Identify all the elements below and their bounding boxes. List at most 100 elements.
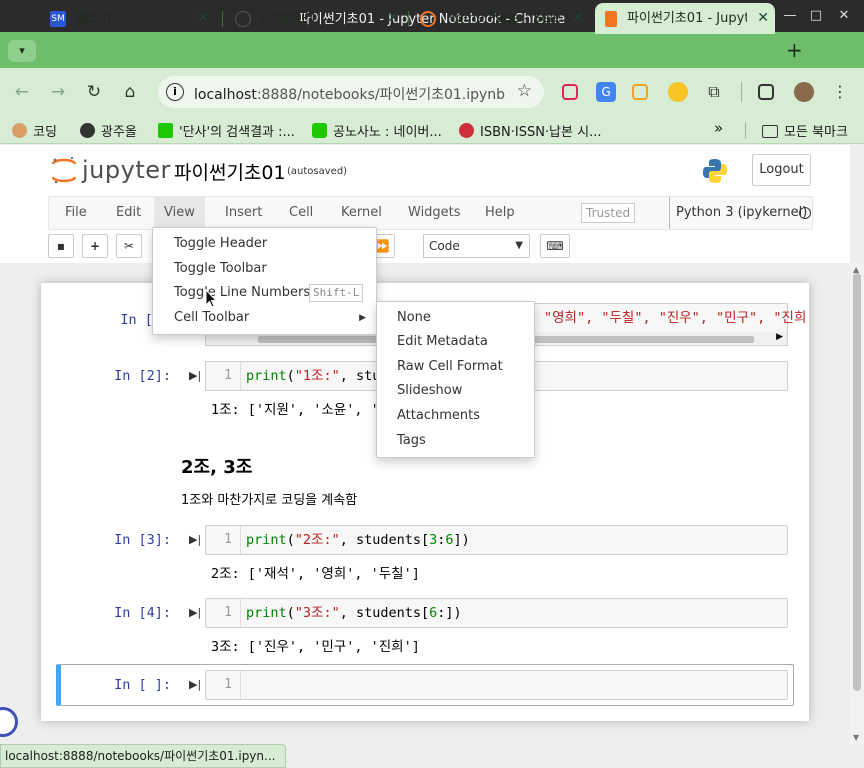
forward-icon[interactable]: → (48, 82, 68, 102)
kernel-name[interactable]: Python 3 (ipykernel) (669, 197, 807, 229)
cut-icon[interactable]: ✂ (116, 234, 142, 258)
bookmark-dansa[interactable]: '단사'의 검색결과 :... (158, 121, 295, 140)
close-tab-icon[interactable]: ✕ (757, 3, 769, 34)
extension-layout-icon[interactable] (632, 84, 648, 100)
extensions-puzzle-icon[interactable]: ⧉ (704, 82, 724, 102)
pocket-icon[interactable] (562, 84, 578, 100)
run-cell-icon[interactable]: ▶| (189, 606, 201, 619)
chevron-down-icon: ▼ (515, 240, 523, 251)
address-url[interactable]: localhost:8888/notebooks/파이썬기초01.ipynb (194, 84, 505, 104)
menu-help[interactable]: Help (475, 197, 525, 229)
bookmark-gwangju[interactable]: 광주올 (80, 121, 137, 140)
cell-prompt: In [1 (120, 312, 161, 328)
code-close: ]) (445, 605, 462, 621)
cell-prompt: In [2]: (114, 368, 171, 384)
trusted-indicator[interactable]: Trusted (581, 203, 636, 223)
bookmark-star-icon[interactable]: ☆ (517, 81, 532, 101)
code-cell-4[interactable]: 1 print("3조:", students[6:]) (205, 598, 788, 628)
url-path: :8888/notebooks/파이썬기초01.ipynb (256, 87, 506, 103)
site-info-icon[interactable]: i (166, 83, 184, 101)
code-close: ]) (453, 532, 470, 548)
submenu-item-raw-cell-format[interactable]: Raw Cell Format (377, 355, 534, 379)
keyboard-icon[interactable]: ⌨ (540, 234, 570, 258)
more-menu-icon[interactable]: ⋮ (830, 82, 850, 102)
tab-search-chevron-icon[interactable]: ▾ (8, 40, 36, 62)
floating-accessibility-icon[interactable] (0, 707, 18, 737)
run-cell-icon[interactable]: ▶| (189, 678, 201, 691)
code-string: "2조:" (294, 532, 340, 548)
close-tab-icon[interactable]: ✕ (387, 3, 399, 34)
translate-icon[interactable]: G (596, 82, 616, 102)
menu-item-toggle-header[interactable]: Toggle Header (153, 232, 376, 256)
all-bookmarks[interactable]: 모든 북마크 (762, 121, 848, 140)
menu-cell[interactable]: Cell (279, 197, 323, 229)
cell-type-select[interactable]: Code ▼ (423, 234, 530, 258)
submenu-item-attachments[interactable]: Attachments (377, 404, 534, 428)
cell-code: print("3조:", students[6:]) (246, 605, 462, 621)
tab-chatgpt[interactable]: ChatGPT ✕ (225, 3, 405, 34)
run-cell-icon[interactable]: ▶| (189, 369, 201, 382)
profile-avatar[interactable] (794, 82, 814, 102)
insert-cell-icon[interactable]: + (82, 234, 108, 258)
mouse-cursor-icon (205, 289, 217, 308)
menu-edit[interactable]: Edit (106, 197, 151, 229)
bookmark-isbn[interactable]: ISBN·ISSN·납본 시... (459, 121, 601, 140)
menu-item-toggle-line-numbers[interactable]: Toggle Line Numbers Shift-L (153, 281, 376, 305)
korea-flag-icon (459, 123, 474, 138)
code-string: "1조:" (294, 368, 340, 384)
reload-icon[interactable]: ↻ (84, 82, 104, 102)
submenu-item-slideshow[interactable]: Slideshow (377, 379, 534, 403)
cell-prompt: In [ ]: (114, 677, 171, 693)
run-cell-icon[interactable]: ▶| (189, 533, 201, 546)
bookmark-coding[interactable]: 코딩 (12, 121, 57, 140)
submenu-item-none[interactable]: None (377, 306, 534, 330)
line-number: 1 (206, 599, 241, 627)
code-cell-5[interactable]: 1 (205, 670, 788, 700)
logout-button[interactable]: Logout (752, 154, 811, 186)
scrollbar-thumb[interactable] (853, 273, 861, 691)
address-bar[interactable]: i localhost:8888/notebooks/파이썬기초01.ipynb… (158, 76, 544, 108)
menu-widgets[interactable]: Widgets (398, 197, 471, 229)
jupyter-logo-text[interactable]: jupyter (82, 156, 171, 184)
tab-jupyter-home[interactable]: Home Page - Select ✕ (410, 3, 590, 34)
code-rest: , students[ (339, 605, 430, 621)
bookmarks-overflow-icon[interactable]: » (714, 119, 723, 137)
jupyter-logo-icon[interactable] (52, 156, 76, 184)
extension-bulb-icon[interactable] (668, 82, 688, 102)
scroll-down-icon[interactable]: ▼ (853, 733, 859, 742)
notebook-title[interactable]: 파이썬기초01 (174, 158, 286, 185)
link-status-bar: localhost:8888/notebooks/파이썬기초01.ipyn... (0, 744, 286, 768)
notebook-menubar: File Edit View Insert Cell Kernel Widget… (48, 196, 813, 230)
menu-kernel[interactable]: Kernel (331, 197, 392, 229)
submenu-item-edit-metadata[interactable]: Edit Metadata (377, 330, 534, 354)
scroll-right-icon[interactable]: ▶ (776, 332, 783, 342)
cell-output: 1조: ['지원', '소윤', '도 (211, 402, 392, 418)
home-icon[interactable]: ⌂ (120, 82, 140, 102)
maximize-icon[interactable]: □ (806, 6, 826, 26)
close-tab-icon[interactable]: ✕ (197, 3, 209, 34)
menu-insert[interactable]: Insert (215, 197, 272, 229)
menu-view[interactable]: View (154, 197, 205, 229)
save-icon[interactable]: ▪ (48, 234, 74, 258)
menu-item-toggle-toolbar[interactable]: Toggle Toolbar (153, 257, 376, 281)
markdown-heading: 2조, 3조 (181, 457, 253, 478)
bookmark-gongno[interactable]: 공노사노 : 네이버... (312, 121, 442, 140)
close-tab-icon[interactable]: ✕ (572, 3, 584, 34)
minimize-icon[interactable]: — (780, 6, 800, 26)
page-vertical-scrollbar[interactable]: ▲ ▼ (850, 263, 864, 744)
new-tab-icon[interactable]: + (786, 38, 803, 62)
jupyter-header: jupyter 파이썬기초01 (autosaved) Logout File … (0, 145, 850, 263)
menu-item-cell-toolbar[interactable]: Cell Toolbar ▶ (153, 306, 376, 330)
side-panel-icon[interactable] (758, 84, 774, 100)
close-window-icon[interactable]: ✕ (834, 6, 854, 26)
tab-blog-write[interactable]: SM 글쓰기 ✕ (40, 3, 215, 34)
menu-file[interactable]: File (55, 197, 97, 229)
tab-label: 파이썬기초01 - Jupyt (627, 11, 747, 26)
tab-notebook-active[interactable]: 파이썬기초01 - Jupyt ✕ (595, 3, 775, 34)
code-cell-3[interactable]: 1 print("2조:", students[3:6]) (205, 525, 788, 555)
back-icon[interactable]: ← (12, 82, 32, 102)
submenu-item-tags[interactable]: Tags (377, 429, 534, 453)
cell-code: "영희", "두칠", "진우", "민구", "진희 (544, 310, 807, 326)
shortcut-badge: Shift-L (309, 284, 364, 302)
bookmarks-divider (745, 122, 746, 138)
